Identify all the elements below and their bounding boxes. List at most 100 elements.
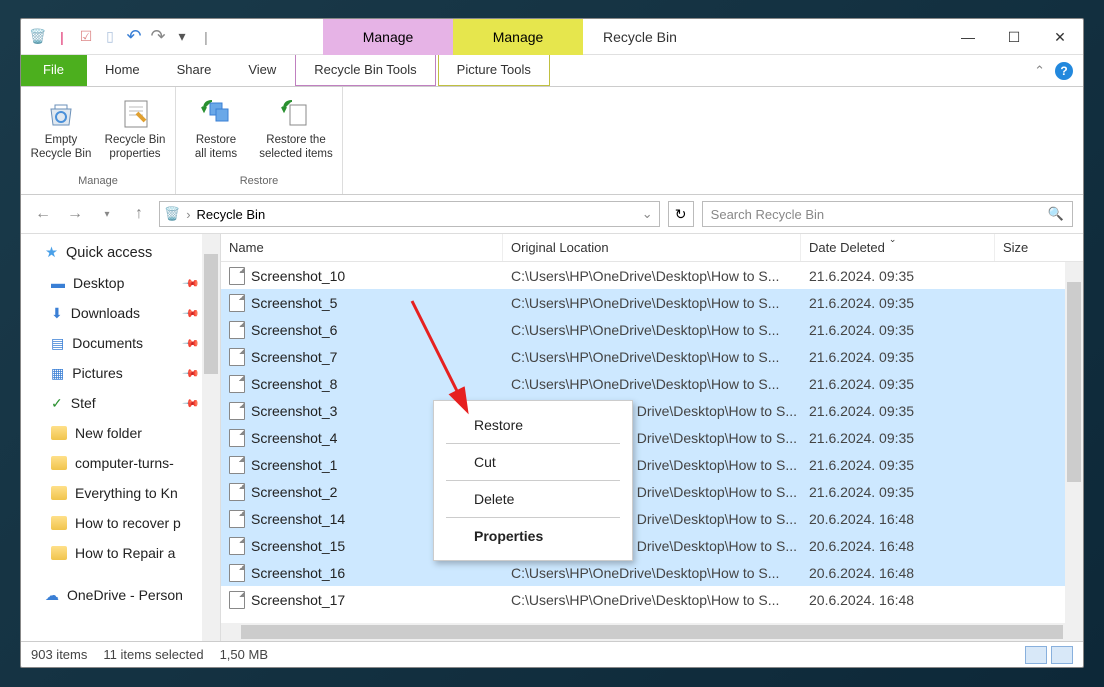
file-location: C:\Users\HP\OneDrive\Desktop\How to S... bbox=[503, 592, 801, 608]
breadcrumb-icon: 🗑️ bbox=[164, 206, 180, 222]
file-icon bbox=[229, 510, 245, 528]
col-date-deleted[interactable]: Date Deleted⌄ bbox=[801, 234, 995, 261]
back-button[interactable]: ← bbox=[31, 202, 55, 226]
file-name: Screenshot_14 bbox=[251, 511, 345, 527]
recycle-bin-properties-button[interactable]: Recycle Bin properties bbox=[101, 91, 169, 161]
file-icon bbox=[229, 348, 245, 366]
forward-button[interactable]: → bbox=[63, 202, 87, 226]
file-name: Screenshot_6 bbox=[251, 322, 337, 338]
qat-divider: | bbox=[53, 28, 71, 46]
explorer-window: 🗑️ | ☑ ▯ ↶ ↷ ▾ | Manage Manage Recycle B… bbox=[20, 18, 1084, 668]
file-row[interactable]: Screenshot_6C:\Users\HP\OneDrive\Desktop… bbox=[221, 316, 1083, 343]
vertical-scrollbar[interactable] bbox=[1065, 262, 1083, 623]
tab-file[interactable]: File bbox=[21, 55, 87, 86]
recent-dropdown-icon[interactable]: ▾ bbox=[95, 202, 119, 226]
file-name: Screenshot_2 bbox=[251, 484, 337, 500]
file-row[interactable]: Screenshot_8C:\Users\HP\OneDrive\Desktop… bbox=[221, 370, 1083, 397]
sidebar-new-folder[interactable]: New folder bbox=[21, 418, 220, 448]
sidebar-quick-access[interactable]: ★ Quick access bbox=[21, 238, 220, 268]
search-input[interactable]: Search Recycle Bin 🔍 bbox=[702, 201, 1073, 227]
sidebar-repair[interactable]: How to Repair a bbox=[21, 538, 220, 568]
address-bar-row: ← → ▾ ↑ 🗑️ › Recycle Bin ⌄ ↻ Search Recy… bbox=[21, 195, 1083, 233]
col-size[interactable]: Size bbox=[995, 234, 1043, 261]
collapse-ribbon-icon[interactable]: ⌃ bbox=[1034, 63, 1045, 79]
file-row[interactable]: Screenshot_17C:\Users\HP\OneDrive\Deskto… bbox=[221, 586, 1083, 613]
file-row[interactable]: Screenshot_16C:\Users\HP\OneDrive\Deskto… bbox=[221, 559, 1083, 586]
ribbon: Empty Recycle Bin Recycle Bin properties… bbox=[21, 87, 1083, 195]
file-icon bbox=[229, 321, 245, 339]
file-row[interactable]: Screenshot_5C:\Users\HP\OneDrive\Desktop… bbox=[221, 289, 1083, 316]
file-icon bbox=[229, 564, 245, 582]
file-date: 21.6.2024. 09:35 bbox=[801, 430, 995, 446]
sidebar-documents[interactable]: ▤ Documents📌 bbox=[21, 328, 220, 358]
file-row[interactable]: Screenshot_14Drive\Desktop\How to S...20… bbox=[221, 505, 1083, 532]
sidebar-stef[interactable]: ✓ Stef📌 bbox=[21, 388, 220, 418]
sidebar-onedrive[interactable]: ☁ OneDrive - Person bbox=[21, 580, 220, 610]
breadcrumb[interactable]: Recycle Bin bbox=[197, 207, 266, 222]
file-row[interactable]: Screenshot_3Drive\Desktop\How to S...21.… bbox=[221, 397, 1083, 424]
context-menu: Restore Cut Delete Properties bbox=[433, 400, 633, 561]
file-row[interactable]: Screenshot_1Drive\Desktop\How to S...21.… bbox=[221, 451, 1083, 478]
sidebar-everything[interactable]: Everything to Kn bbox=[21, 478, 220, 508]
folder-icon bbox=[51, 486, 67, 500]
close-button[interactable]: ✕ bbox=[1037, 19, 1083, 55]
tab-share[interactable]: Share bbox=[159, 55, 231, 86]
qat-check-icon[interactable]: ☑ bbox=[77, 28, 95, 46]
file-location: C:\Users\HP\OneDrive\Desktop\How to S... bbox=[503, 295, 801, 311]
col-name[interactable]: Name bbox=[221, 234, 503, 261]
file-location: C:\Users\HP\OneDrive\Desktop\How to S... bbox=[503, 349, 801, 365]
ribbon-tabs: File Home Share View Recycle Bin Tools P… bbox=[21, 55, 1083, 87]
up-button[interactable]: ↑ bbox=[127, 202, 151, 226]
file-row[interactable]: Screenshot_10C:\Users\HP\OneDrive\Deskto… bbox=[221, 262, 1083, 289]
help-icon[interactable]: ? bbox=[1055, 62, 1073, 80]
star-icon: ★ bbox=[45, 245, 58, 261]
address-dropdown-icon[interactable]: ⌄ bbox=[642, 206, 659, 222]
recycle-bin-icon bbox=[43, 95, 79, 131]
sidebar-recover[interactable]: How to recover p bbox=[21, 508, 220, 538]
sidebar-computer-turns[interactable]: computer-turns- bbox=[21, 448, 220, 478]
file-location: C:\Users\HP\OneDrive\Desktop\How to S... bbox=[503, 376, 801, 392]
file-icon bbox=[229, 294, 245, 312]
file-row[interactable]: Screenshot_2Drive\Desktop\How to S...21.… bbox=[221, 478, 1083, 505]
contextual-tab-manage1: Manage bbox=[323, 19, 453, 55]
window-title: Recycle Bin bbox=[583, 29, 677, 45]
file-row[interactable]: Screenshot_4Drive\Desktop\How to S...21.… bbox=[221, 424, 1083, 451]
pin-icon: 📌 bbox=[182, 364, 201, 383]
documents-icon: ▤ bbox=[51, 335, 64, 352]
sidebar-scrollbar[interactable] bbox=[202, 234, 220, 641]
context-properties[interactable]: Properties bbox=[434, 520, 632, 552]
tab-recycle-bin-tools[interactable]: Recycle Bin Tools bbox=[295, 55, 435, 86]
file-row[interactable]: Screenshot_15Drive\Desktop\How to S...20… bbox=[221, 532, 1083, 559]
file-date: 20.6.2024. 16:48 bbox=[801, 592, 995, 608]
maximize-button[interactable]: ☐ bbox=[991, 19, 1037, 55]
view-details-icon[interactable] bbox=[1025, 646, 1047, 664]
sidebar-downloads[interactable]: ⬇ Downloads📌 bbox=[21, 298, 220, 328]
context-cut[interactable]: Cut bbox=[434, 446, 632, 478]
file-date: 21.6.2024. 09:35 bbox=[801, 457, 995, 473]
empty-recycle-bin-button[interactable]: Empty Recycle Bin bbox=[27, 91, 95, 161]
undo-icon[interactable]: ↶ bbox=[125, 28, 143, 46]
view-thumbnails-icon[interactable] bbox=[1051, 646, 1073, 664]
tab-home[interactable]: Home bbox=[87, 55, 159, 86]
file-row[interactable]: Screenshot_7C:\Users\HP\OneDrive\Desktop… bbox=[221, 343, 1083, 370]
horizontal-scrollbar[interactable] bbox=[221, 623, 1083, 641]
file-icon bbox=[229, 537, 245, 555]
context-delete[interactable]: Delete bbox=[434, 483, 632, 515]
qat-dropdown-icon[interactable]: ▾ bbox=[173, 28, 191, 46]
file-name: Screenshot_3 bbox=[251, 403, 337, 419]
minimize-button[interactable]: — bbox=[945, 19, 991, 55]
sidebar-pictures[interactable]: ▦ Pictures📌 bbox=[21, 358, 220, 388]
restore-all-button[interactable]: Restore all items bbox=[182, 91, 250, 161]
restore-selected-button[interactable]: Restore the selected items bbox=[256, 91, 336, 161]
col-location[interactable]: Original Location bbox=[503, 234, 801, 261]
title-bar: 🗑️ | ☑ ▯ ↶ ↷ ▾ | Manage Manage Recycle B… bbox=[21, 19, 1083, 55]
status-size: 1,50 MB bbox=[220, 647, 268, 662]
redo-icon[interactable]: ↷ bbox=[149, 28, 167, 46]
context-restore[interactable]: Restore bbox=[434, 409, 632, 441]
tab-view[interactable]: View bbox=[230, 55, 295, 86]
address-bar[interactable]: 🗑️ › Recycle Bin ⌄ bbox=[159, 201, 660, 227]
qat-paste-icon[interactable]: ▯ bbox=[101, 28, 119, 46]
refresh-button[interactable]: ↻ bbox=[668, 201, 694, 227]
tab-picture-tools[interactable]: Picture Tools bbox=[438, 55, 550, 86]
sidebar-desktop[interactable]: ▬ Desktop📌 bbox=[21, 268, 220, 298]
